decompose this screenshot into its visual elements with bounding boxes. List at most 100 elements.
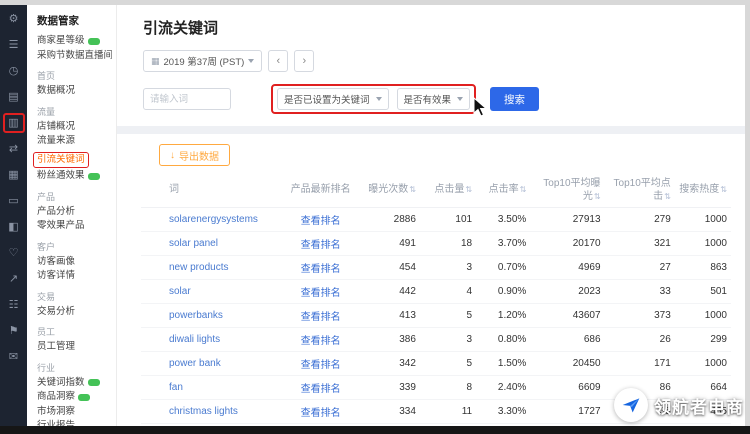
column-header[interactable]: 曝光次数⇅ (358, 174, 420, 208)
search-button[interactable]: 搜索 (490, 87, 539, 111)
sidebar-group-header: 客户 (37, 240, 112, 253)
view-rank-link[interactable]: 查看排名 (301, 360, 341, 371)
column-header-label: 产品最新排名 (291, 184, 351, 195)
top10-clicks-cell: 279 (605, 208, 675, 232)
clicks-cell: 5 (420, 352, 476, 376)
keyword-cell[interactable]: solar panel (141, 232, 283, 256)
menu-icon[interactable]: ☰ (5, 38, 23, 52)
prev-week-button[interactable]: ‹ (268, 50, 288, 72)
keyword-cell[interactable]: new products (141, 256, 283, 280)
sidebar-group-header: 产品 (37, 190, 112, 203)
sidebar-item[interactable]: 引流关键词 (33, 152, 89, 169)
sidebar-item-label: 粉丝通效果 (37, 169, 85, 184)
view-rank-link[interactable]: 查看排名 (301, 312, 341, 323)
sidebar-item-label: 访客画像 (37, 255, 75, 270)
sidebar-item[interactable]: 行业报告 (37, 419, 112, 426)
view-rank-link[interactable]: 查看排名 (301, 288, 341, 299)
sort-icon[interactable]: ⇅ (594, 192, 601, 201)
column-header[interactable]: 点击率⇅ (476, 174, 530, 208)
impressions-cell: 2886 (358, 208, 420, 232)
sort-icon[interactable]: ⇅ (465, 185, 472, 194)
effective-select[interactable]: 是否有效果 (397, 88, 471, 110)
clicks-cell: 3 (420, 256, 476, 280)
sidebar-item[interactable]: 访客画像 (37, 255, 112, 270)
column-header[interactable]: 点击量⇅ (420, 174, 476, 208)
keyword-cell[interactable]: diwali lights (141, 328, 283, 352)
clicks-cell: 18 (420, 232, 476, 256)
video-letterbox-bar (0, 426, 750, 434)
keyword-cell[interactable]: christmas lights (141, 400, 283, 424)
box-icon[interactable]: ◧ (5, 220, 23, 234)
search-heat-cell: 1000 (675, 352, 731, 376)
flag-icon[interactable]: ⚑ (5, 324, 23, 338)
sidebar-item[interactable]: 商家星等级 (37, 34, 112, 49)
column-header[interactable]: Top10平均点击⇅ (605, 174, 675, 208)
sidebar-item[interactable]: 关键词指数 (37, 376, 112, 391)
next-week-button[interactable]: › (294, 50, 314, 72)
sort-icon[interactable]: ⇅ (720, 185, 727, 194)
view-rank-link[interactable]: 查看排名 (301, 240, 341, 251)
keyword-cell[interactable]: solar (141, 280, 283, 304)
sidebar-item[interactable]: 员工管理 (37, 340, 112, 355)
table-row: powerbanks查看排名41351.20%436073731000 (141, 304, 731, 328)
sidebar-item-label: 行业报告 (37, 419, 75, 426)
top10-impressions-cell: 20170 (530, 232, 604, 256)
sidebar-item-label: 交易分析 (37, 305, 75, 320)
sort-icon[interactable]: ⇅ (409, 185, 416, 194)
users-icon[interactable]: ☷ (5, 298, 23, 312)
search-heat-cell: 1000 (675, 232, 731, 256)
impressions-cell: 442 (358, 280, 420, 304)
sort-icon[interactable]: ⇅ (520, 185, 527, 194)
view-rank-link[interactable]: 查看排名 (301, 264, 341, 275)
sidebar-item[interactable]: 数据概况 (37, 84, 112, 99)
view-rank-link[interactable]: 查看排名 (301, 216, 341, 227)
clicks-cell: 11 (420, 400, 476, 424)
sidebar-item[interactable]: 店铺概况 (37, 120, 112, 135)
exchange-icon[interactable]: ⇄ (5, 142, 23, 156)
sort-icon[interactable]: ⇅ (664, 192, 671, 201)
view-rank-link[interactable]: 查看排名 (301, 384, 341, 395)
column-header-label: 点击量 (434, 184, 464, 195)
keyword-cell[interactable]: fan (141, 376, 283, 400)
clock-icon[interactable]: ◷ (5, 64, 23, 78)
column-header[interactable]: Top10平均曝光⇅ (530, 174, 604, 208)
sidebar-item[interactable]: 市场洞察 (37, 405, 112, 420)
keyword-set-select[interactable]: 是否已设置为关键词 (277, 88, 389, 110)
sidebar-item[interactable]: 粉丝通效果 (37, 169, 112, 184)
sidebar-item[interactable]: 零效果产品 (37, 219, 112, 234)
keyword-cell[interactable]: solarenergysystems (141, 208, 283, 232)
view-rank-link[interactable]: 查看排名 (301, 408, 341, 419)
top10-clicks-cell: 26 (605, 328, 675, 352)
sidebar-item-label: 访客详情 (37, 269, 75, 284)
keyword-search-input[interactable] (143, 88, 231, 110)
export-data-button[interactable]: ↓ 导出数据 (159, 144, 230, 166)
view-rank-link[interactable]: 查看排名 (301, 336, 341, 347)
document-icon[interactable]: ▤ (5, 90, 23, 104)
sidebar-item[interactable]: 产品分析 (37, 205, 112, 220)
table-header-row: 词产品最新排名曝光次数⇅点击量⇅点击率⇅Top10平均曝光⇅Top10平均点击⇅… (141, 174, 731, 208)
share-icon[interactable]: ↗ (5, 272, 23, 286)
mail-icon[interactable]: ✉ (5, 350, 23, 364)
gear-icon[interactable]: ⚙ (5, 12, 23, 26)
ctr-cell: 0.90% (476, 280, 530, 304)
icon-rail: ⚙ ☰ ◷ ▤ ▥ ⇄ ▦ ▭ ◧ ♡ ↗ ☷ ⚑ ✉ (0, 5, 27, 426)
sidebar-item[interactable]: 交易分析 (37, 305, 112, 320)
search-heat-cell: 299 (675, 328, 731, 352)
heart-icon[interactable]: ♡ (5, 246, 23, 260)
chart-icon[interactable]: ▥ (3, 113, 25, 133)
ctr-cell: 3.50% (476, 208, 530, 232)
sidebar-item[interactable]: 商品洞察 (37, 390, 112, 405)
top10-impressions-cell: 1727 (530, 400, 604, 424)
grid-icon[interactable]: ▦ (5, 168, 23, 182)
app-window: ⚙☰◷▤▥⇄▦▭◧♡↗☷⚑✉ 数据管家 商家星等级采购节数据直播间首页数据概况流… (0, 5, 745, 426)
monitor-icon[interactable]: ▭ (5, 194, 23, 208)
sidebar-item[interactable]: 流量来源 (37, 134, 112, 149)
sidebar-item[interactable]: 访客详情 (37, 269, 112, 284)
top10-clicks-cell: 33 (605, 280, 675, 304)
keyword-cell[interactable]: powerbanks (141, 304, 283, 328)
week-selector[interactable]: ▦ 2019 第37周 (PST) (143, 50, 262, 72)
keyword-cell[interactable]: power bank (141, 352, 283, 376)
search-heat-cell: 1000 (675, 208, 731, 232)
column-header[interactable]: 搜索热度⇅ (675, 174, 731, 208)
sidebar-item[interactable]: 采购节数据直播间 (37, 49, 112, 64)
